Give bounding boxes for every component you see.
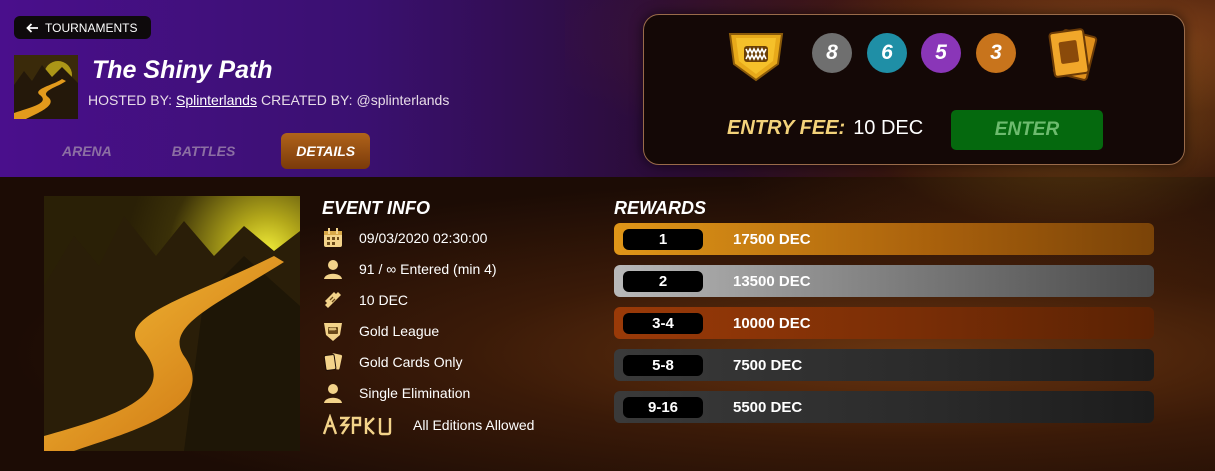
arrow-left-icon [26, 22, 38, 33]
reward-row-4: 5-8 7500 DEC [614, 349, 1154, 381]
entrants-count: 91 / ∞ Entered (min 4) [359, 261, 497, 277]
editions-text: All Editions Allowed [413, 417, 535, 433]
gold-cards-icon [1044, 25, 1102, 85]
rewards-title: REWARDS [614, 198, 707, 218]
mana-cap-badge: 6 [867, 33, 907, 73]
created-by-label: CREATED BY: [260, 92, 353, 108]
editions-icon [322, 414, 394, 436]
league-icon [322, 320, 344, 342]
gold-league-icon [726, 28, 786, 82]
creator-name: @splinterlands [356, 92, 450, 108]
reward-prize: 10000 DEC [733, 314, 811, 332]
entry-panel [643, 14, 1185, 165]
hosted-by-label: HOSTED BY: [88, 92, 173, 108]
cards-icon [322, 351, 344, 373]
back-to-tournaments-button[interactable]: TOURNAMENTS [14, 16, 152, 39]
tournament-artwork [44, 196, 300, 451]
hosted-by-line: HOSTED BY: Splinterlands CREATED BY: @sp… [88, 92, 449, 108]
reward-rank: 3-4 [623, 312, 703, 334]
league-text: Gold League [359, 323, 440, 339]
mana-cap-badge: 8 [812, 33, 852, 73]
event-info-title: EVENT INFO [322, 198, 431, 218]
entry-fee-label: ENTRY FEE: [727, 117, 846, 139]
entry-fee-value: 10 DEC [853, 117, 924, 139]
calendar-icon [322, 227, 344, 249]
reward-prize: 13500 DEC [733, 272, 811, 290]
reward-rank: 9-16 [623, 396, 703, 418]
player-icon [322, 382, 344, 404]
info-row-entrants: 91 / ∞ Entered (min 4) [322, 256, 497, 282]
reward-row-3: 3-4 10000 DEC [614, 307, 1154, 339]
tab-bar: ARENA BATTLES DETAILS [30, 133, 371, 169]
reward-row-2: 2 13500 DEC [614, 265, 1154, 297]
info-row-format: Single Elimination [322, 380, 470, 406]
cards-text: Gold Cards Only [359, 354, 463, 370]
info-row-date: 09/03/2020 02:30:00 [322, 225, 487, 251]
info-row-cards: Gold Cards Only [322, 349, 462, 375]
mana-cap-badge: 5 [921, 33, 961, 73]
player-icon [322, 258, 344, 280]
reward-prize: 7500 DEC [733, 356, 803, 374]
info-row-league: Gold League [322, 318, 439, 344]
reward-rank: 5-8 [623, 354, 703, 376]
tab-arena[interactable]: ARENA [48, 133, 126, 169]
info-row-editions: All Editions Allowed [322, 412, 534, 438]
enter-button[interactable]: ENTER [951, 110, 1103, 150]
tab-battles[interactable]: BATTLES [158, 133, 250, 169]
tab-details[interactable]: DETAILS [281, 133, 371, 169]
mana-cap-badge: 3 [976, 33, 1016, 73]
entry-fee: ENTRY FEE: 10 DEC [727, 117, 923, 140]
event-date: 09/03/2020 02:30:00 [359, 230, 488, 246]
reward-row-1: 1 17500 DEC [614, 223, 1154, 255]
reward-rank: 2 [623, 270, 703, 292]
tournament-title: The Shiny Path [92, 56, 273, 84]
format-text: Single Elimination [359, 385, 471, 401]
ticket-icon [322, 289, 344, 311]
back-label: TOURNAMENTS [45, 20, 138, 35]
info-row-fee: 10 DEC [322, 287, 408, 313]
fee-text: 10 DEC [359, 292, 409, 308]
host-link[interactable]: Splinterlands [176, 92, 257, 108]
tournament-thumbnail [14, 55, 78, 119]
reward-prize: 17500 DEC [733, 230, 811, 248]
reward-prize: 5500 DEC [733, 398, 803, 416]
reward-row-5: 9-16 5500 DEC [614, 391, 1154, 423]
reward-rank: 1 [623, 228, 703, 250]
